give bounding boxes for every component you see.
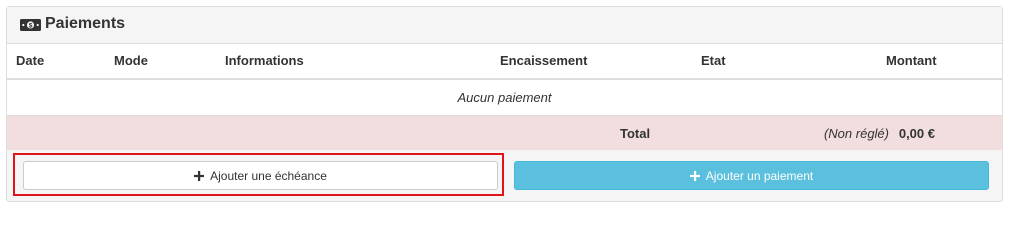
add-payment-button[interactable]: Ajouter un paiement (514, 161, 989, 190)
total-row: Total (Non réglé) 0,00 € (7, 116, 1002, 150)
empty-row: Aucun paiement (7, 80, 1002, 116)
svg-text:$: $ (29, 22, 33, 29)
column-header-date: Date (16, 53, 45, 68)
add-payment-label: Ajouter un paiement (705, 168, 814, 183)
empty-message: Aucun paiement (457, 90, 552, 105)
column-header-etat: Etat (701, 53, 726, 68)
total-label: Total (620, 126, 651, 141)
payments-panel: $ Paiements Date Mode Informations Encai… (6, 6, 1003, 202)
column-header-encaissement: Encaissement (500, 53, 588, 68)
column-header-mode: Mode (114, 53, 148, 68)
panel-heading: $ Paiements (7, 7, 1002, 44)
add-schedule-button[interactable]: Ajouter une échéance (23, 161, 498, 190)
panel-title: Paiements (45, 15, 126, 32)
total-amount: 0,00 € (898, 126, 935, 141)
plus-icon (689, 170, 700, 181)
payment-status: (Non réglé) (823, 126, 889, 141)
payments-table: Date Mode Informations Encaissement Etat… (7, 44, 1002, 150)
panel-footer: Ajouter une échéance Ajouter un paiement (7, 150, 1002, 201)
add-schedule-label: Ajouter une échéance (210, 168, 327, 183)
plus-icon (194, 170, 205, 181)
column-header-montant: Montant (886, 53, 937, 68)
money-bill-icon: $ (20, 19, 41, 31)
column-header-informations: Informations (225, 53, 304, 68)
